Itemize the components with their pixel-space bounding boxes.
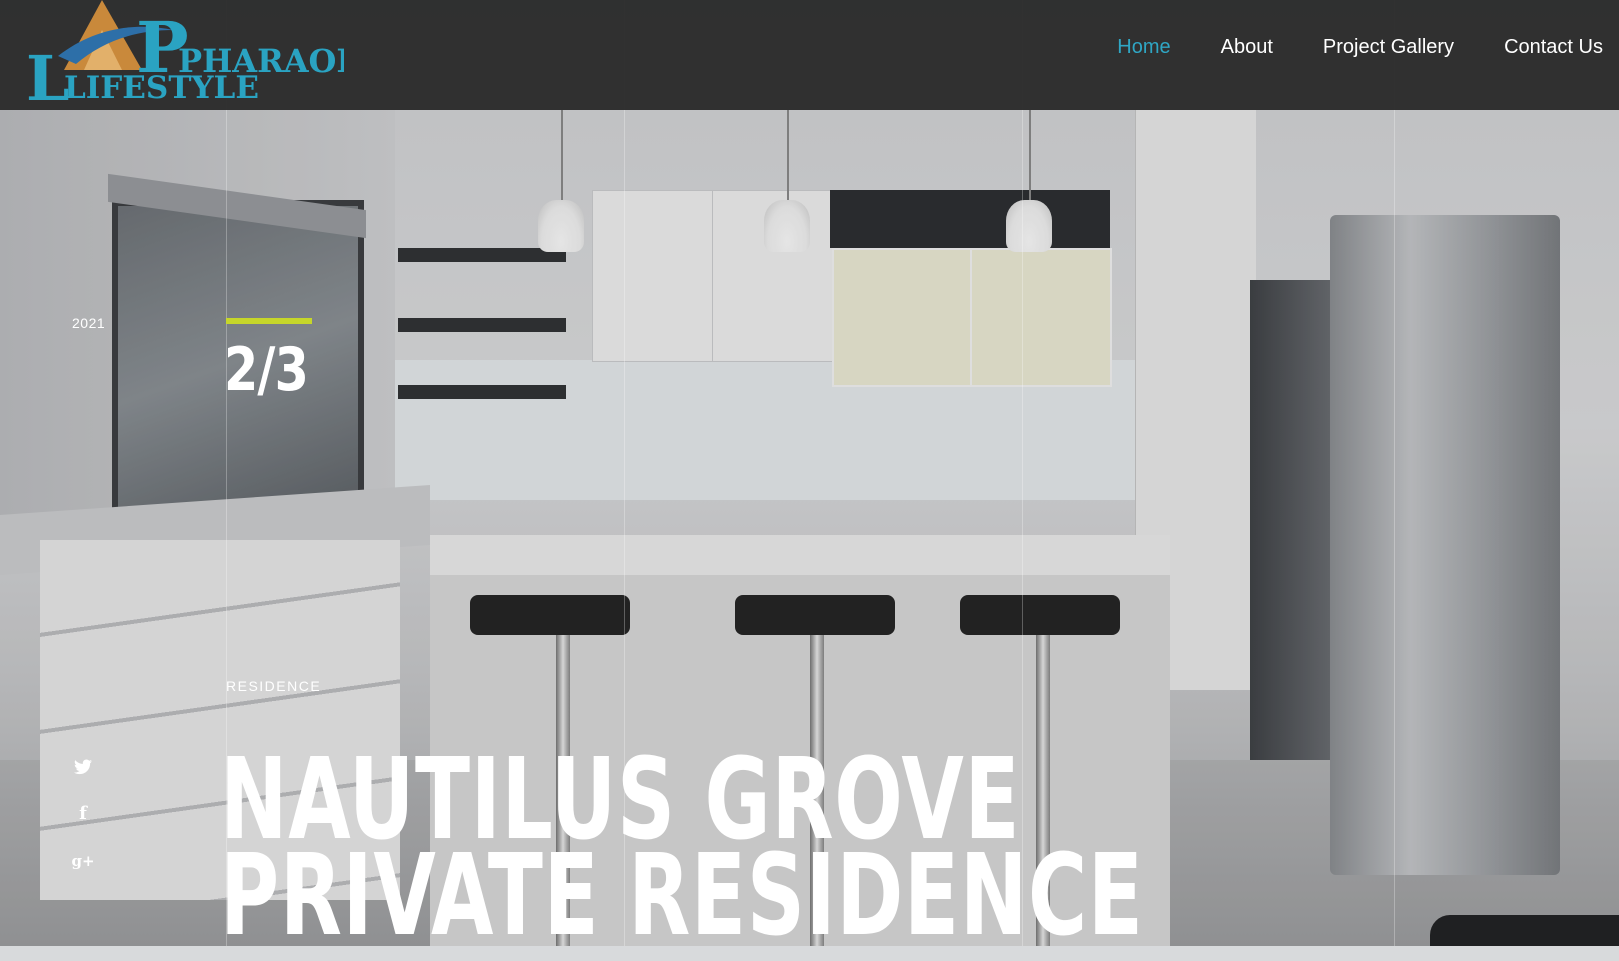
google-plus-icon[interactable]: g+ xyxy=(71,850,94,872)
nav-project-gallery[interactable]: Project Gallery xyxy=(1323,36,1454,59)
slide-category: RESIDENCE xyxy=(226,678,322,694)
slide-year: 2021 xyxy=(72,315,106,331)
nav-home[interactable]: Home xyxy=(1117,36,1170,59)
svg-text:LIFESTYLE: LIFESTYLE xyxy=(64,70,259,106)
main-navigation: Home About Project Gallery Contact Us xyxy=(1067,36,1603,59)
slide-counter-accent-bar xyxy=(226,318,312,324)
slide-title[interactable]: NAUTILUS GROVE PRIVATE RESIDENCE xyxy=(220,744,1144,961)
grid-line xyxy=(1394,0,1395,946)
slide-counter: 2/3 xyxy=(224,335,309,405)
nav-contact-us[interactable]: Contact Us xyxy=(1504,36,1603,59)
logo-graphic: P PHARAOHS L LIFESTYLE xyxy=(26,0,390,115)
site-logo[interactable]: P PHARAOHS L LIFESTYLE xyxy=(24,0,390,115)
site-header: P PHARAOHS L LIFESTYLE Home About Projec… xyxy=(0,0,1619,115)
slide-title-line-2: PRIVATE RESIDENCE xyxy=(220,831,1144,961)
facebook-icon[interactable]: f xyxy=(72,802,94,824)
nav-about[interactable]: About xyxy=(1221,36,1273,59)
twitter-icon[interactable] xyxy=(72,756,94,778)
